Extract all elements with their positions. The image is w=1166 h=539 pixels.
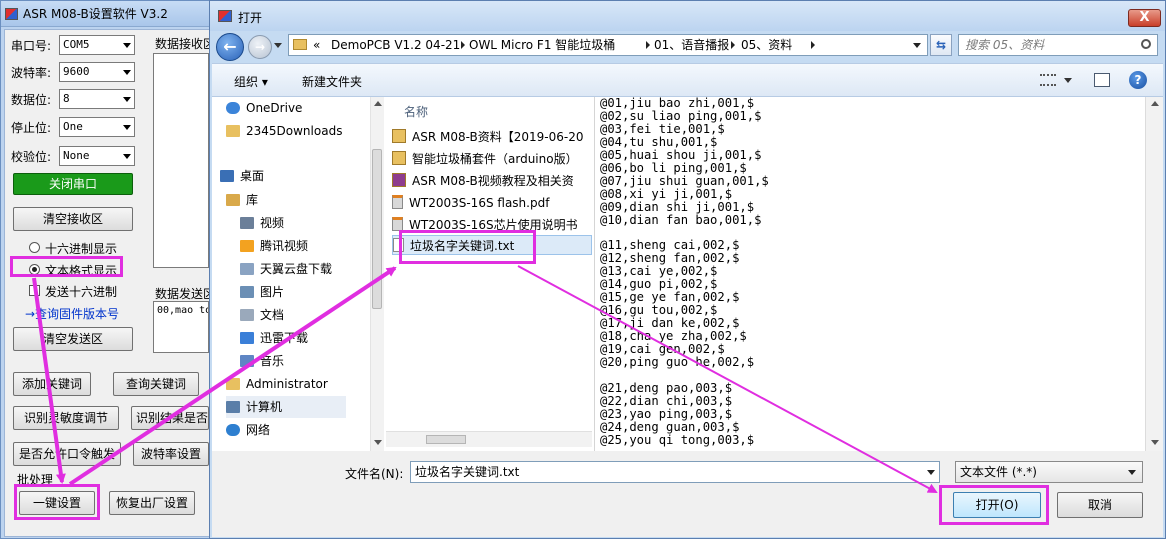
arrow-text-to-onekey bbox=[32, 277, 66, 484]
arrow-file-to-open bbox=[517, 265, 938, 493]
arrow-onekey-to-file bbox=[68, 266, 397, 486]
annotation-arrows bbox=[32, 265, 938, 493]
